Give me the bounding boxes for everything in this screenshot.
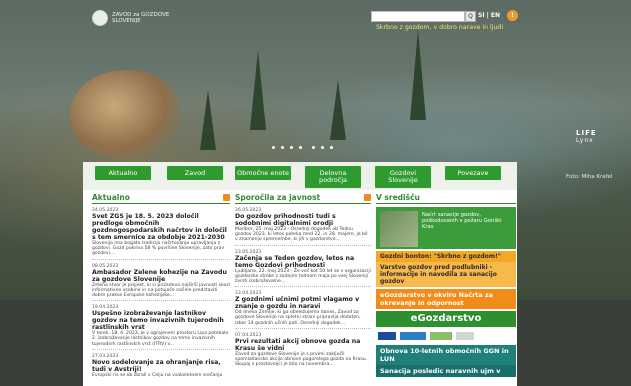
press-item[interactable]: 23.04.2023 Z gozdnimi učnimi potmi vlaga…: [235, 291, 371, 329]
news-snippet: Evropski ris se ob zbrali v Celju na vsa…: [92, 372, 223, 378]
news-item[interactable]: 24.05.2023 Svet ZGS je 18. 5. 2023 določ…: [92, 208, 230, 260]
alert-badge[interactable]: !: [507, 10, 518, 21]
focus-title: V središču: [376, 193, 516, 204]
carousel-dot[interactable]: [290, 146, 293, 149]
carousel-dot[interactable]: [312, 146, 315, 149]
press-title: Sporočila za javnost: [235, 193, 371, 204]
partner-logo-icon: [456, 332, 474, 340]
news-item[interactable]: 08.05.2023 Ambasador Zelene kohezije na …: [92, 264, 230, 302]
press-item[interactable]: 23.05.2023 Začenja se Teden gozdov, leto…: [235, 250, 371, 288]
news-column: Aktualno 24.05.2023 Svet ZGS je 18. 5. 2…: [92, 193, 230, 378]
press-column: Sporočila za javnost 26.05.2023 Do gozdo…: [235, 193, 371, 367]
news-headline[interactable]: Ambasador Zelene kohezije na Zavodu za g…: [92, 269, 230, 283]
press-snippet: Maribor, 25. maj 2023 - Osrednji dogodek…: [235, 227, 368, 243]
nav-item-delovna-podrocja[interactable]: Delovna področja: [305, 166, 361, 188]
press-item[interactable]: 07.04.2023 Prvi rezultati akcij obnove g…: [235, 333, 371, 368]
search-input[interactable]: [371, 11, 465, 22]
carousel-dots[interactable]: [272, 146, 333, 149]
press-headline[interactable]: Začenja se Teden gozdov, letos na temo G…: [235, 255, 371, 269]
news-item[interactable]: 27.03.2023 Novo sodelovanje za ohranjanj…: [92, 354, 230, 378]
focus-link-obnova-ggn[interactable]: Obnova 10-letnih območnih GGN in LUN: [376, 345, 516, 365]
focus-feature-box[interactable]: Načrt sanacije gozdov, poškodovanih v po…: [376, 207, 516, 249]
carousel-dot[interactable]: [272, 146, 275, 149]
nav-item-aktualno[interactable]: Aktualno: [95, 166, 151, 180]
news-title: Aktualno: [92, 193, 230, 204]
press-headline[interactable]: Z gozdnimi učnimi potmi vlagamo v znanje…: [235, 296, 371, 310]
carousel-dot[interactable]: [330, 146, 333, 149]
press-item[interactable]: 26.05.2023 Do gozdov prihodnosti tudi s …: [235, 208, 371, 246]
noo-logo-icon: [400, 332, 426, 340]
news-headline[interactable]: Uspešno izobraževanje lastnikov gozdov n…: [92, 310, 230, 331]
main-navigation: Aktualno Zavod Območne enote Delovna pod…: [83, 162, 517, 190]
search-icon[interactable]: Q: [465, 11, 476, 22]
news-snippet: Slovenija ima bogato tradicijo načrtovan…: [92, 241, 225, 257]
focus-link-egozdarstvo[interactable]: eGozdarstvo v okviru Načrta za okrevanje…: [376, 289, 516, 309]
feature-text: Načrt sanacije gozdov, poškodovanih v po…: [422, 212, 502, 230]
nav-item-obmocne-enote[interactable]: Območne enote: [235, 166, 291, 180]
news-item[interactable]: 19.04.2023 Uspešno izobraževanje lastnik…: [92, 305, 230, 350]
egozdarstvo-banner[interactable]: eGozdarstvo: [376, 311, 516, 327]
focus-link-bonton[interactable]: Gozdni bonton: "Skrbno z gozdom!": [376, 251, 516, 262]
carousel-dot[interactable]: [281, 146, 284, 149]
language-switch[interactable]: SI | EN: [478, 12, 500, 19]
tree-silhouette: [330, 80, 346, 140]
carousel-dot[interactable]: [321, 146, 324, 149]
life-lynx-logo: LIFE Lynx: [576, 129, 597, 145]
focus-column: V središču Načrt sanacije gozdov, poškod…: [376, 193, 516, 377]
lynx-label: Lynx: [576, 137, 594, 144]
news-snippet: V torek, 18. 4. 2023, je v ograjenem pro…: [92, 331, 229, 347]
press-headline[interactable]: Do gozdov prihodnosti tudi s sodobnimi d…: [235, 213, 371, 227]
logo-text: ZAVOD za GOZDOVE SLOVENIJE: [112, 12, 170, 24]
tree-silhouette: [200, 90, 216, 150]
tree-silhouette: [410, 30, 426, 120]
focus-link-sanacija[interactable]: Sanacija posledic naravnih ujm v: [376, 365, 516, 377]
carousel-dot[interactable]: [299, 146, 302, 149]
eu-flag-icon: [378, 332, 396, 340]
photo-credit: Foto: Miha Krafel: [566, 174, 613, 180]
nav-item-povezave[interactable]: Povezave: [445, 166, 501, 180]
life-label: LIFE: [576, 129, 597, 137]
tree-silhouette: [250, 50, 266, 130]
lynx-image: [70, 70, 180, 160]
site-logo[interactable]: ZAVOD za GOZDOVE SLOVENIJE: [92, 10, 192, 26]
rss-icon[interactable]: [223, 194, 230, 201]
feature-thumbnail: [380, 211, 418, 247]
news-snippet: Zelena stvar je projekt, ki si prizadeva…: [92, 282, 231, 299]
funding-logos: [376, 329, 516, 343]
logo-icon: [92, 10, 108, 26]
press-snippet: Ljubljana, 22. maj 2023 - Že več kot 50 …: [235, 268, 371, 285]
focus-link-podlubniki[interactable]: Varstvo gozdov pred podlubniki - informa…: [376, 262, 516, 287]
ministry-logo-icon: [430, 332, 452, 340]
news-headline[interactable]: Novo sodelovanje za ohranjanje risa, tud…: [92, 359, 230, 373]
nav-item-gozdovi-slovenije[interactable]: Gozdovi Slovenije: [375, 166, 431, 188]
nav-item-zavod[interactable]: Zavod: [167, 166, 223, 180]
press-headline[interactable]: Prvi rezultati akcij obnove gozda na Kra…: [235, 338, 371, 352]
news-headline[interactable]: Svet ZGS je 18. 5. 2023 določil predloge…: [92, 213, 230, 241]
press-snippet: Od dneva Zemlje, ki ga obeležujemo danes…: [235, 310, 361, 326]
rss-icon[interactable]: [364, 194, 371, 201]
header-tools: Q SI | EN ! Skrbno z gozdom, v dobro nar…: [371, 10, 521, 40]
press-snippet: Zavod za gozdove Slovenije je s prvimi z…: [235, 351, 368, 368]
site-slogan: Skrbno z gozdom, v dobro narave in ljudi: [376, 24, 504, 31]
